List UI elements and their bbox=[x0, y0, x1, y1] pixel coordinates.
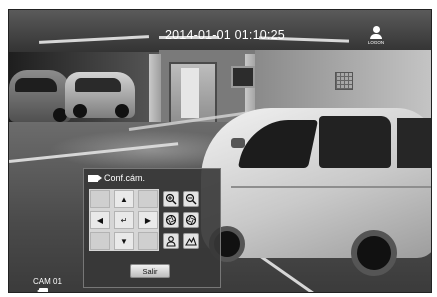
dialog-title-bar: Conf.cám. bbox=[88, 171, 145, 185]
aperture-icon bbox=[185, 214, 197, 226]
zoom-out-button[interactable] bbox=[183, 191, 199, 207]
zoom-out-icon bbox=[185, 193, 197, 205]
pan-right-button[interactable]: ▶ bbox=[138, 211, 158, 229]
camera-name: CAM 01 bbox=[33, 277, 62, 286]
pad-corner-top-left bbox=[90, 190, 110, 208]
aperture-icon bbox=[165, 214, 177, 226]
pad-corner-bottom-left bbox=[90, 232, 110, 250]
timestamp: 2014-01-01 01:10:25 bbox=[165, 28, 285, 42]
preset-button[interactable] bbox=[163, 233, 179, 249]
tour-button[interactable] bbox=[183, 233, 199, 249]
monitor-frame: 2014-01-01 01:10:25 LOGON CAM 01 Conf.cá… bbox=[0, 0, 437, 297]
video-camera-icon bbox=[88, 174, 102, 182]
logon-button[interactable]: LOGON bbox=[364, 26, 388, 45]
camera-status-icon bbox=[37, 288, 48, 292]
user-icon bbox=[372, 26, 380, 33]
pad-corner-top-right bbox=[138, 190, 158, 208]
zoom-in-icon bbox=[165, 193, 177, 205]
pad-corner-bottom-right bbox=[138, 232, 158, 250]
focus-far-button[interactable] bbox=[183, 212, 199, 228]
pan-left-button[interactable]: ◀ bbox=[90, 211, 110, 229]
camera-view: 2014-01-01 01:10:25 LOGON CAM 01 Conf.cá… bbox=[8, 9, 432, 293]
zoom-in-button[interactable] bbox=[163, 191, 179, 207]
pan-up-button[interactable]: ▲ bbox=[114, 190, 134, 208]
mountain-icon bbox=[185, 236, 197, 246]
person-icon bbox=[166, 236, 176, 247]
dialog-title: Conf.cám. bbox=[104, 173, 146, 183]
pad-center-button[interactable]: ↵ bbox=[114, 211, 134, 229]
exit-button[interactable]: Salir bbox=[130, 264, 170, 278]
ptz-dialog: Conf.cám. ▲ ◀ ↵ ▶ ▼ Salir bbox=[83, 168, 221, 288]
logon-label: LOGON bbox=[367, 40, 385, 45]
pan-down-button[interactable]: ▼ bbox=[114, 232, 134, 250]
focus-near-button[interactable] bbox=[163, 212, 179, 228]
ptz-direction-pad: ▲ ◀ ↵ ▶ ▼ bbox=[89, 189, 159, 251]
ptz-tools bbox=[163, 189, 211, 251]
